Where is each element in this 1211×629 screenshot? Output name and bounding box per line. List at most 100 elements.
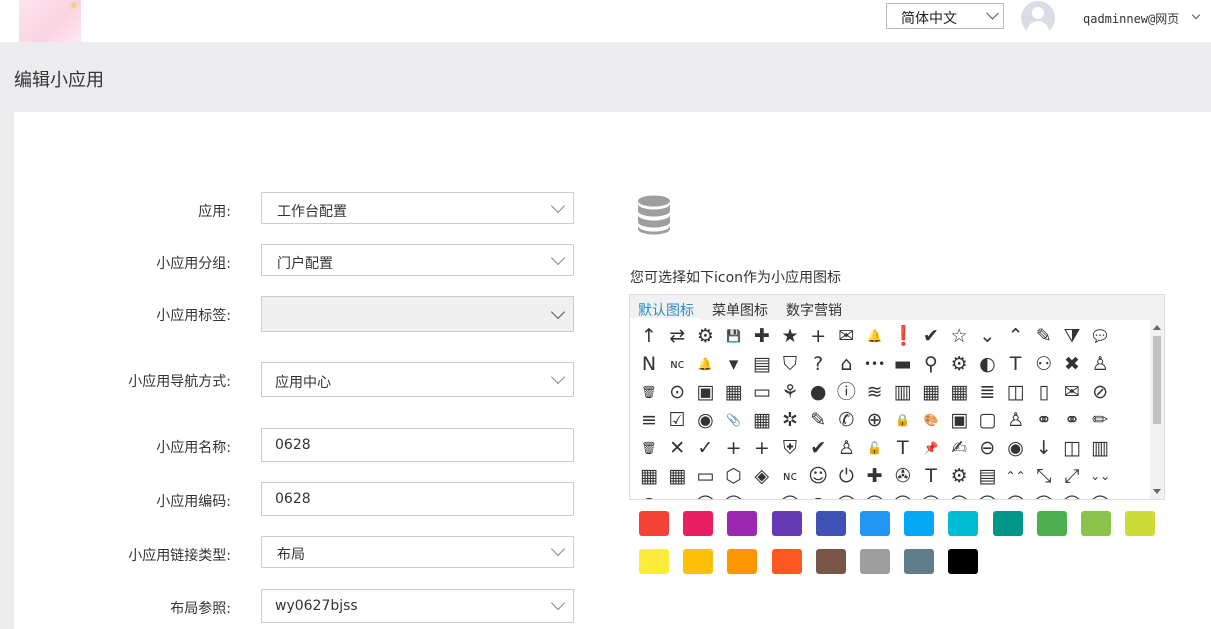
save-icon[interactable]: 💾 — [723, 325, 745, 347]
link-icon[interactable]: ⚭ — [1033, 409, 1055, 431]
smile-icon[interactable]: ☺ — [807, 465, 829, 487]
link-type-select[interactable]: 布局 — [261, 536, 574, 568]
code-input[interactable]: 0628 — [261, 482, 574, 516]
tab-menu-icons[interactable]: 菜单图标 — [712, 300, 768, 320]
unlink-icon[interactable]: ⚭ — [1061, 409, 1083, 431]
unlock-icon[interactable]: 🔓 — [864, 437, 886, 459]
home-icon[interactable]: ⌂ — [835, 353, 857, 375]
frame-icon[interactable]: ▭ — [694, 465, 716, 487]
more-m-icon[interactable]: ◯ — [976, 493, 998, 499]
logo-n-icon[interactable]: N — [638, 353, 660, 375]
more-o-icon[interactable]: ◯ — [1033, 493, 1055, 499]
cube-icon[interactable]: ⬡ — [723, 465, 745, 487]
lock-icon[interactable]: 🔒 — [892, 409, 914, 431]
tag-select[interactable] — [261, 296, 574, 332]
color-swatch[interactable] — [948, 549, 979, 574]
user-add-icon[interactable]: ♙ — [1089, 353, 1111, 375]
more-n-icon[interactable]: ◯ — [1005, 493, 1027, 499]
plus-icon[interactable]: + — [807, 325, 829, 347]
check-icon[interactable]: ✓ — [694, 437, 716, 459]
edit-icon[interactable]: ✎ — [807, 409, 829, 431]
more-f-icon[interactable]: ◯ — [779, 493, 801, 499]
color-swatch[interactable] — [683, 511, 714, 536]
calendar-alt-icon[interactable]: ▦ — [948, 381, 970, 403]
caret-down-icon[interactable]: ▾ — [723, 353, 745, 375]
star-outline-icon[interactable]: ☆ — [948, 325, 970, 347]
tee-icon[interactable]: T — [920, 465, 942, 487]
image-icon[interactable]: ▣ — [694, 381, 716, 403]
tab-default-icons[interactable]: 默认图标 — [638, 300, 694, 320]
pencil-icon[interactable]: ✏ — [1089, 409, 1111, 431]
grid-alt-icon[interactable]: ▦ — [666, 465, 688, 487]
double-up-icon[interactable]: ⌃⌃ — [1005, 465, 1027, 487]
user-name[interactable]: qadminnew@网页 — [1083, 10, 1179, 27]
apps-icon[interactable]: ▦ — [723, 381, 745, 403]
double-down-icon[interactable]: ⌄⌄ — [1089, 465, 1111, 487]
group-select[interactable]: 门户配置 — [261, 244, 574, 276]
split-icon[interactable]: ◫ — [1005, 381, 1027, 403]
color-swatch[interactable] — [1125, 511, 1156, 536]
delete-icon[interactable]: 🗑 — [638, 437, 660, 459]
write-icon[interactable]: ✍ — [948, 437, 970, 459]
t-shirt-icon[interactable]: T — [892, 437, 914, 459]
color-swatch[interactable] — [727, 511, 758, 536]
more-b-icon[interactable]: ▬ — [666, 493, 688, 499]
user-menu-chevron-icon[interactable] — [1191, 10, 1201, 20]
close-circle-icon[interactable]: ✖ — [1061, 353, 1083, 375]
more-i-icon[interactable]: ◯ — [864, 493, 886, 499]
calendar-icon[interactable]: ▦ — [920, 381, 942, 403]
brush-icon[interactable]: ✎ — [1033, 325, 1055, 347]
more-l-icon[interactable]: ◯ — [948, 493, 970, 499]
user-gear-icon[interactable]: ⚙ — [948, 465, 970, 487]
dropdown-circle-icon[interactable]: ⊙ — [666, 381, 688, 403]
envelope-icon[interactable]: ✉ — [1061, 381, 1083, 403]
shirt-icon[interactable]: T — [1005, 353, 1027, 375]
expand-icon[interactable]: ⤡ — [1033, 465, 1055, 487]
settings-icon[interactable]: ⚙ — [948, 353, 970, 375]
check-circle-icon[interactable]: ✔ — [920, 325, 942, 347]
attach-icon[interactable]: 📎 — [723, 409, 745, 431]
color-swatch[interactable] — [860, 511, 890, 536]
more-q-icon[interactable]: ◯ — [1089, 493, 1111, 499]
more-k-icon[interactable]: ◯ — [920, 493, 942, 499]
chevron-circle-icon[interactable]: ⊘ — [1089, 381, 1111, 403]
color-swatch[interactable] — [948, 511, 979, 536]
tab-digital-marketing[interactable]: 数字营销 — [786, 300, 842, 320]
menu-icon[interactable]: ≡ — [638, 409, 660, 431]
list-icon[interactable]: ≣ — [976, 381, 998, 403]
filter-icon[interactable]: ⧩ — [1061, 325, 1083, 347]
chevron-up-icon[interactable]: ⌃ — [1005, 325, 1027, 347]
logo-nc-icon[interactable]: ɴᴄ — [666, 353, 688, 375]
color-swatch[interactable] — [727, 549, 758, 574]
color-swatch[interactable] — [639, 511, 669, 536]
phone-icon[interactable]: ▯ — [1033, 381, 1055, 403]
add-alt-icon[interactable]: + — [751, 437, 773, 459]
toggle-icon[interactable]: ◐ — [976, 353, 998, 375]
user-icon[interactable]: ♙ — [835, 437, 857, 459]
color-swatch[interactable] — [1036, 511, 1067, 536]
more-p-icon[interactable]: ◯ — [1061, 493, 1083, 499]
monitor-icon[interactable]: ▬ — [892, 353, 914, 375]
share-icon[interactable]: ⚘ — [779, 381, 801, 403]
color-swatch[interactable] — [771, 549, 802, 574]
plugin-icon[interactable]: ✚ — [864, 465, 886, 487]
table-icon[interactable]: ▦ — [751, 409, 773, 431]
nav-select[interactable]: 应用中心 — [261, 362, 574, 397]
app-select[interactable]: 工作台配置 — [261, 192, 574, 224]
more-c-icon[interactable]: ◯ — [694, 493, 716, 499]
user-plus-icon[interactable]: ♙ — [1005, 409, 1027, 431]
more-h-icon[interactable]: ◯ — [835, 493, 857, 499]
search-icon[interactable]: ⚲ — [920, 353, 942, 375]
layers-icon[interactable]: ◈ — [751, 465, 773, 487]
minus-circle-icon[interactable]: ⊖ — [976, 437, 998, 459]
pin-icon[interactable]: 📌 — [920, 437, 942, 459]
color-swatch[interactable] — [1081, 511, 1111, 536]
puzzle-icon[interactable]: ✚ — [751, 325, 773, 347]
alert-icon[interactable]: ❗ — [892, 325, 916, 347]
add-icon[interactable]: + — [723, 437, 745, 459]
avatar[interactable] — [1021, 1, 1055, 35]
color-swatch[interactable] — [904, 549, 935, 574]
users-icon[interactable]: ⚇ — [1033, 353, 1055, 375]
card-icon[interactable]: ▤ — [751, 353, 773, 375]
id-card-icon[interactable]: ▭ — [751, 381, 773, 403]
